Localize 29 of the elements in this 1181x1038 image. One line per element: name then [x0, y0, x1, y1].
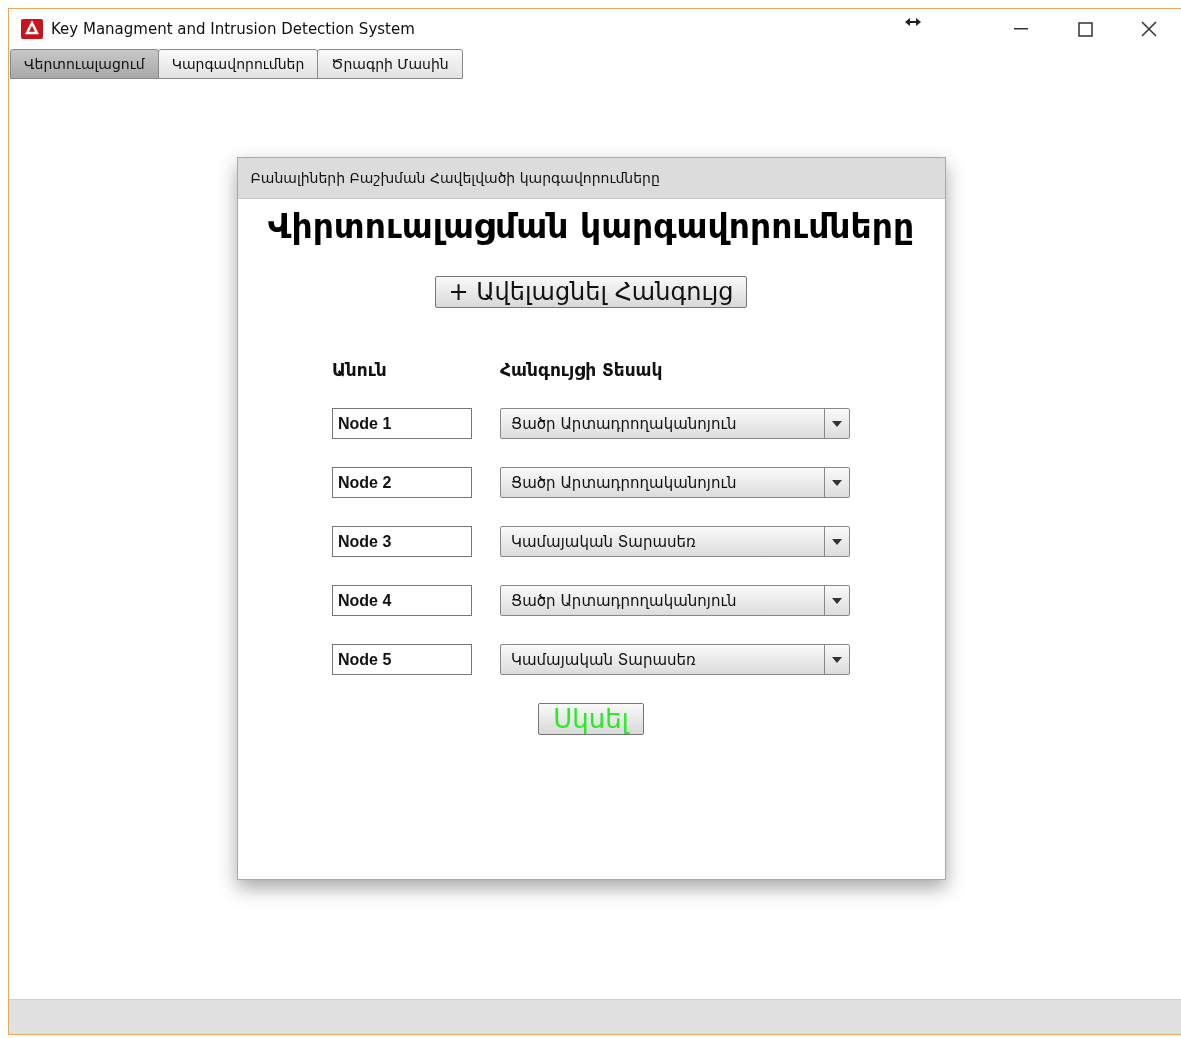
caret-icon — [832, 538, 842, 545]
caret-icon — [832, 597, 842, 604]
node-type-dropdown[interactable]: Կամայական Տարասեռ — [500, 526, 850, 557]
node-type-dropdown[interactable]: Ցածր Արտադրողականոյուն — [500, 585, 850, 616]
add-node-button[interactable]: + Ավելացնել Հանգույց — [435, 276, 747, 308]
column-header: Անուն — [332, 360, 388, 380]
node-name-field[interactable]: Node 3 — [332, 526, 472, 557]
node-name-field[interactable]: Node 4 — [332, 585, 472, 616]
node-type-dropdown[interactable]: Կամայական Տարասեռ — [500, 644, 850, 675]
caret-icon — [832, 656, 842, 663]
tab[interactable]: Կարգավորումներ — [157, 49, 319, 79]
maximize-icon[interactable] — [1077, 21, 1093, 37]
node-name-field[interactable]: Node 1 — [332, 408, 472, 439]
window-title: Key Managment and Intrusion Detection System — [51, 20, 416, 38]
node-type-dropdown[interactable]: Ցածր Արտադրողականոյուն — [500, 467, 850, 498]
node-type-dropdown[interactable]: Ցածր Արտադրողականոյուն — [500, 408, 850, 439]
minimize-icon[interactable] — [1014, 28, 1028, 30]
tab[interactable]: Ծրագրի Մասին — [317, 49, 463, 79]
app-logo-icon — [21, 19, 43, 39]
tab[interactable]: Վերտուալացում — [10, 49, 159, 79]
node-name-field[interactable]: Node 5 — [332, 644, 472, 675]
column-header: Հանգույցի Տեսակ — [500, 360, 664, 380]
node-name-field[interactable]: Node 2 — [332, 467, 472, 498]
caret-icon — [832, 420, 842, 427]
resize-cursor-icon — [905, 18, 921, 26]
close-icon[interactable] — [1141, 21, 1157, 37]
caret-icon — [832, 479, 842, 486]
panel-header: Բանալիների Բաշխման Հավելվածի կարգավորումները — [237, 158, 945, 199]
panel-title: Վիրտուալացման կարգավորումները — [267, 207, 915, 246]
